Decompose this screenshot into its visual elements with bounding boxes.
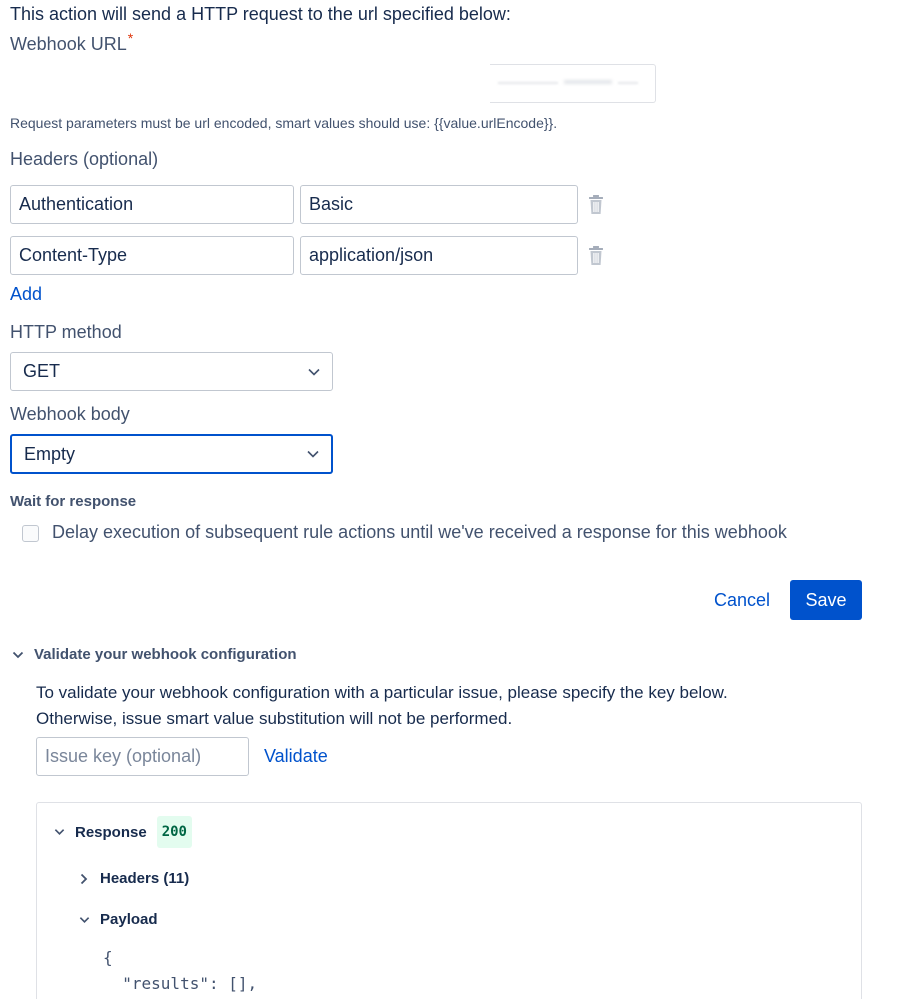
payload-code-line: { — [103, 948, 113, 967]
chevron-down-icon — [54, 829, 65, 836]
chevron-down-icon — [307, 450, 319, 458]
issue-key-input[interactable]: Issue key (optional) — [36, 737, 249, 776]
status-badge: 200 — [156, 816, 192, 848]
chevron-down-icon — [308, 368, 320, 376]
trash-icon[interactable] — [587, 194, 605, 216]
save-button[interactable]: Save — [790, 580, 862, 620]
http-method-label: HTTP method — [10, 322, 122, 342]
webhook-url-label: Webhook URL* — [10, 30, 134, 54]
delay-execution-checkbox[interactable] — [22, 525, 39, 542]
webhook-body-label: Webhook body — [10, 404, 130, 424]
intro-text: This action will send a HTTP request to … — [10, 4, 511, 24]
delay-execution-checkbox-label: Delay execution of subsequent rule actio… — [52, 522, 787, 542]
http-method-select[interactable]: GET — [10, 352, 333, 391]
webhook-url-obscured-value — [492, 76, 642, 90]
cancel-button[interactable]: Cancel — [700, 580, 784, 620]
response-title: Response — [75, 823, 147, 841]
payload-label: Payload — [100, 911, 158, 928]
response-toggle[interactable]: Response 200 — [54, 816, 192, 848]
response-headers-toggle[interactable]: Headers (11) — [80, 870, 189, 887]
required-mark: * — [127, 30, 134, 46]
payload-toggle[interactable]: Payload — [79, 911, 158, 928]
header-value-input[interactable]: Basic — [300, 185, 578, 224]
validate-section-toggle[interactable]: Validate your webhook configuration — [12, 646, 297, 663]
wait-for-response-label: Wait for response — [10, 493, 137, 510]
trash-icon[interactable] — [587, 245, 605, 267]
validate-description: To validate your webhook configuration w… — [36, 683, 728, 728]
webhook-body-select[interactable]: Empty — [10, 434, 333, 474]
url-helper-text: Request parameters must be url encoded, … — [10, 115, 558, 131]
payload-code-line: "results": [], — [103, 974, 258, 993]
validate-section-title: Validate your webhook configuration — [34, 646, 297, 663]
add-header-link[interactable]: Add — [10, 284, 42, 305]
headers-label: Headers (optional) — [10, 149, 159, 169]
chevron-down-icon — [79, 916, 90, 923]
header-key-input[interactable]: Authentication — [10, 185, 294, 224]
chevron-down-icon — [12, 651, 24, 658]
header-value-input[interactable]: application/json — [300, 236, 578, 275]
header-key-input[interactable]: Content-Type — [10, 236, 294, 275]
chevron-right-icon — [80, 873, 88, 884]
validate-link[interactable]: Validate — [264, 746, 328, 767]
response-headers-label: Headers (11) — [100, 870, 190, 887]
